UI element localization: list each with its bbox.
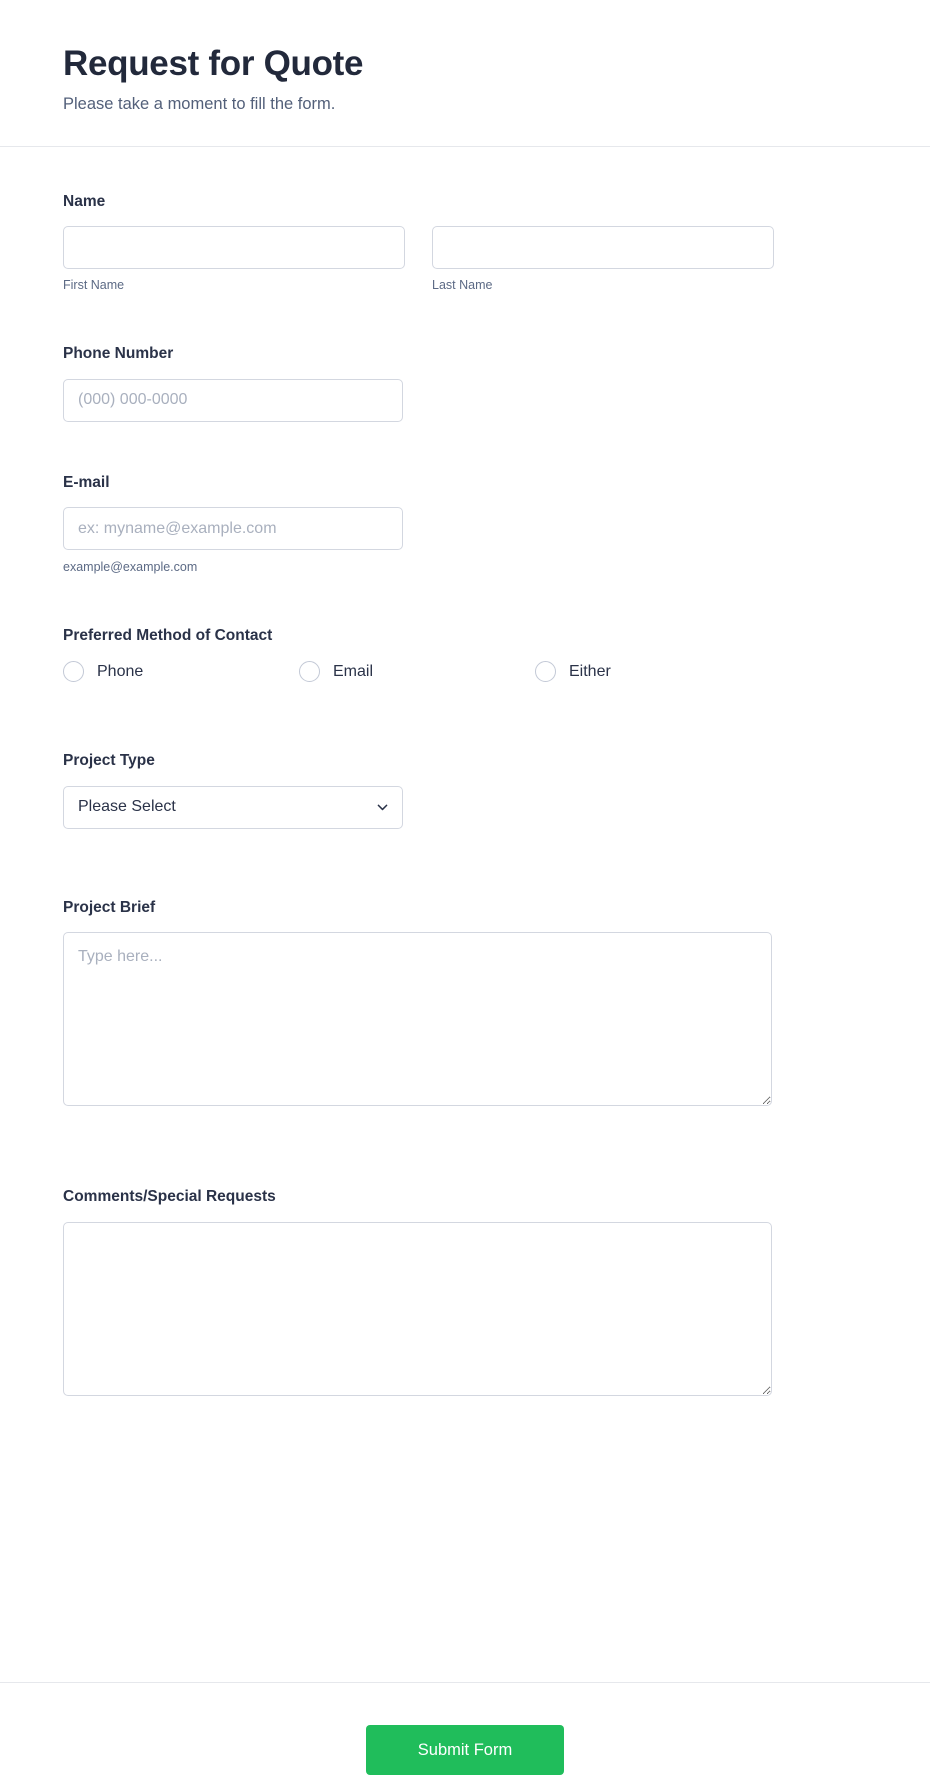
radio-option-either[interactable]: Either	[535, 661, 771, 683]
comments-textarea[interactable]	[63, 1221, 772, 1396]
radio-label-either: Either	[569, 662, 611, 680]
form-header: Request for Quote Please take a moment t…	[0, 0, 930, 147]
page-subtitle: Please take a moment to fill the form.	[63, 95, 336, 114]
name-label: Name	[63, 192, 106, 210]
phone-input[interactable]	[63, 378, 403, 422]
radio-circle-icon	[535, 661, 556, 683]
field-project-brief: Project Brief	[63, 899, 867, 1107]
field-contact-method: Preferred Method of Contact Phone Email …	[63, 627, 867, 683]
page-title: Request for Quote	[63, 44, 364, 83]
email-hint: example@example.com	[63, 560, 198, 575]
submit-form-button[interactable]: Submit Form	[366, 1725, 564, 1775]
field-phone: Phone Number	[63, 345, 867, 422]
project-type-select-wrap: Please Select	[63, 785, 403, 829]
project-brief-textarea[interactable]	[63, 932, 772, 1107]
contact-method-label: Preferred Method of Contact	[63, 627, 273, 645]
radio-label-phone: Phone	[97, 662, 144, 680]
phone-label: Phone Number	[63, 345, 174, 363]
project-type-label: Project Type	[63, 752, 155, 770]
first-name-sublabel: First Name	[63, 278, 125, 293]
radio-label-email: Email	[333, 662, 374, 680]
email-input[interactable]	[63, 507, 403, 551]
radio-option-phone[interactable]: Phone	[63, 661, 299, 683]
email-label: E-mail	[63, 473, 110, 491]
last-name-sublabel: Last Name	[432, 278, 493, 293]
project-brief-label: Project Brief	[63, 898, 156, 916]
project-type-selected-value: Please Select	[78, 798, 176, 816]
radio-circle-icon	[63, 661, 84, 683]
request-for-quote-form: Request for Quote Please take a moment t…	[0, 0, 930, 1775]
form-footer: Submit Form	[0, 1682, 930, 1775]
first-name-group: First Name	[63, 226, 405, 293]
name-row: First Name Last Name	[63, 226, 867, 293]
field-comments: Comments/Special Requests	[63, 1188, 867, 1396]
contact-method-radio-group: Phone Email Either	[63, 661, 867, 683]
field-email: E-mail example@example.com	[63, 474, 867, 576]
radio-option-email[interactable]: Email	[299, 661, 535, 683]
last-name-group: Last Name	[432, 226, 774, 293]
comments-label: Comments/Special Requests	[63, 1188, 276, 1206]
project-type-select[interactable]: Please Select	[63, 785, 403, 829]
field-name: Name First Name Last Name	[63, 193, 867, 294]
radio-circle-icon	[299, 661, 320, 683]
last-name-input[interactable]	[432, 226, 774, 270]
form-body: Name First Name Last Name Phone Number E…	[0, 147, 930, 1682]
field-project-type: Project Type Please Select	[63, 752, 867, 829]
first-name-input[interactable]	[63, 226, 405, 270]
